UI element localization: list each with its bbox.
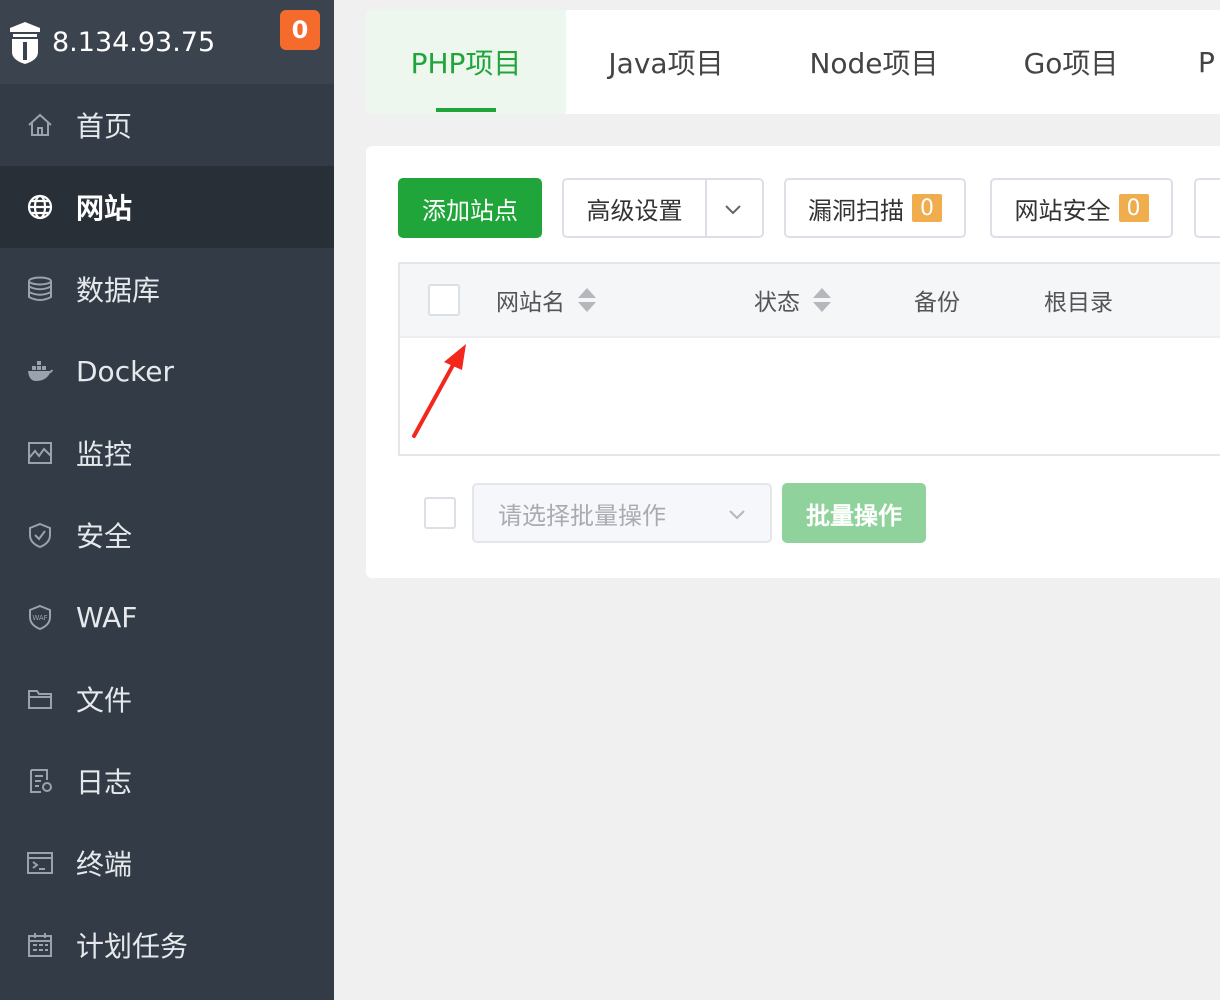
sidebar-item-label: Docker [76,354,175,388]
sidebar-item-label: 文件 [76,684,133,717]
column-label: 状态 [754,290,800,316]
tab-label: PHP项目 [410,47,522,80]
chevron-down-icon [726,503,748,531]
sidebar-item-label: 监控 [76,438,133,471]
folder-icon [26,685,54,713]
sidebar-header: 8.134.93.75 0 [0,0,334,84]
sidebar-item-website[interactable]: 网站 [0,166,334,248]
more-toolbar-button[interactable] [1194,178,1220,238]
shield-icon [26,521,54,549]
sidebar-item-label: 首页 [76,110,133,143]
log-icon [26,767,54,795]
site-table: 网站名 状态 备份 根目录 [398,262,1220,456]
sidebar-item-label: 日志 [76,766,133,799]
column-label: 网站名 [496,290,565,316]
notification-badge[interactable]: 0 [280,10,320,50]
sidebar-item-terminal[interactable]: 终端 [0,822,334,904]
tab-label: P [1198,45,1215,79]
database-icon [26,275,54,303]
sidebar-item-docker[interactable]: Docker [0,330,334,412]
tab-node[interactable]: Node项目 [766,10,982,114]
sidebar-item-home[interactable]: 首页 [0,84,334,166]
tab-label: Go项目 [1023,47,1119,80]
sidebar-item-label: 安全 [76,520,133,553]
select-all-header [428,264,460,336]
add-site-button[interactable]: 添加站点 [398,178,542,238]
column-backup: 备份 [914,264,960,336]
sidebar-item-label: 计划任务 [76,930,189,963]
calendar-icon [26,931,54,959]
sidebar-item-database[interactable]: 数据库 [0,248,334,330]
annotation-arrow-icon [412,344,466,438]
select-all-checkbox[interactable] [428,284,460,316]
advanced-settings-label: 高级设置 [586,196,683,225]
sort-icon[interactable] [812,287,832,313]
tab-active-indicator [436,108,496,112]
tab-label: Java项目 [608,47,724,80]
tab-php[interactable]: PHP项目 [366,10,566,114]
tab-go[interactable]: Go项目 [982,10,1160,114]
terminal-icon [26,849,54,877]
site-security-label: 网站安全 [1014,196,1111,225]
home-icon [26,111,54,139]
sidebar: 8.134.93.75 0 首页 网站 数据库 Docker 监控 安全 WAF… [0,0,334,1000]
split-divider [705,180,707,236]
table-body [400,338,1220,454]
column-site-name[interactable]: 网站名 [496,264,597,336]
sidebar-item-logs[interactable]: 日志 [0,740,334,822]
advanced-settings-dropdown[interactable]: 高级设置 [562,178,764,238]
site-security-count-badge: 0 [1118,194,1149,222]
vuln-scan-count-badge: 0 [912,194,942,222]
chevron-down-icon[interactable] [722,198,744,226]
sidebar-item-monitor[interactable]: 监控 [0,412,334,494]
column-root-dir: 根目录 [1044,264,1113,336]
sidebar-item-label: 数据库 [76,274,161,307]
globe-icon [26,193,54,221]
batch-operation-button[interactable]: 批量操作 [782,483,926,543]
docker-icon [26,357,54,385]
sidebar-item-label: 终端 [76,848,133,881]
column-label: 备份 [914,290,960,316]
sidebar-item-security[interactable]: 安全 [0,494,334,576]
project-tabs: PHP项目 Java项目 Node项目 Go项目 P [366,10,1220,114]
table-header: 网站名 状态 备份 根目录 [400,264,1220,338]
site-list-card: 添加站点 高级设置 漏洞扫描 0 网站安全 0 网站名 状态 备份 根目录 请选… [366,146,1220,578]
logo-icon [6,20,44,64]
server-ip: 8.134.93.75 [52,26,216,58]
vuln-scan-button[interactable]: 漏洞扫描 0 [784,178,966,238]
tab-label: Node项目 [809,47,939,80]
column-label: 根目录 [1044,290,1113,316]
batch-select-placeholder: 请选择批量操作 [498,501,666,530]
sort-icon[interactable] [577,287,597,313]
sidebar-item-label: 网站 [76,192,133,225]
site-security-button[interactable]: 网站安全 0 [990,178,1173,238]
column-status[interactable]: 状态 [754,264,832,336]
batch-action-select[interactable]: 请选择批量操作 [472,483,772,543]
sidebar-item-waf[interactable]: WAF WAF [0,576,334,658]
sidebar-item-files[interactable]: 文件 [0,658,334,740]
sidebar-item-cron[interactable]: 计划任务 [0,904,334,986]
waf-shield-icon: WAF [26,603,54,631]
sidebar-nav: 首页 网站 数据库 Docker 监控 安全 WAF WAF 文件 日志 终端 … [0,84,334,986]
monitor-icon [26,439,54,467]
tab-next[interactable]: P [1198,10,1220,114]
sidebar-item-label: WAF [76,600,138,634]
batch-select-checkbox[interactable] [424,497,456,529]
svg-text:WAF: WAF [32,614,47,622]
vuln-scan-label: 漏洞扫描 [808,196,904,225]
tab-java[interactable]: Java项目 [566,10,766,114]
